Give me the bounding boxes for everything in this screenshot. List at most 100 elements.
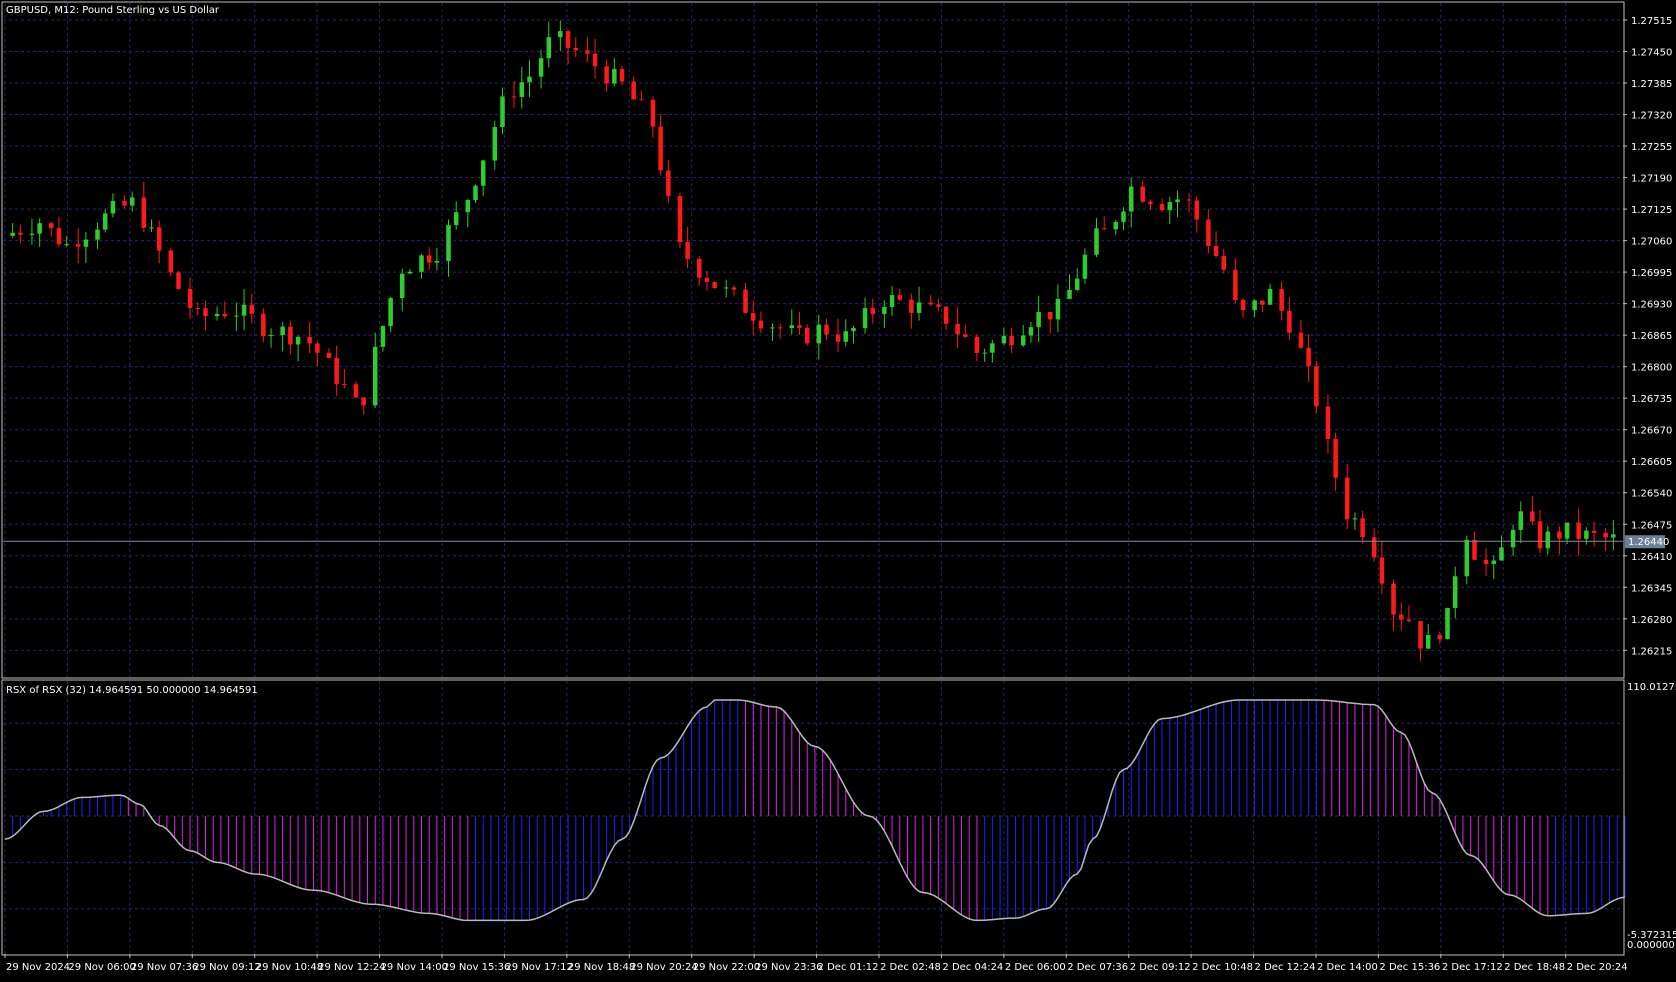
candle-body [434,261,440,263]
price-tick-label: 1.27515 [1631,16,1672,27]
candle-body [585,50,590,54]
candle-body [1094,228,1099,255]
candle-body [1128,186,1134,212]
candle-body [538,58,544,77]
price-tick-label: 1.26930 [1631,300,1672,311]
candle[interactable] [677,193,683,248]
candle-body [222,313,228,317]
price-tick-label: 1.26215 [1631,646,1672,657]
candle-body [473,185,478,201]
candle-body [1352,518,1358,520]
time-tick-label: 2 Dec 20:24 [1567,962,1628,973]
price-tick-label: 1.26345 [1631,583,1672,594]
candle-body [95,229,100,240]
candle-body [419,255,424,272]
time-tick-label: 2 Dec 01:12 [818,962,879,973]
candle-body [1082,254,1088,279]
time-tick-label: 2 Dec 15:36 [1379,962,1440,973]
time-tick-label: 29 Nov 22:00 [693,962,760,973]
candle-body [1121,211,1126,222]
candle-body [500,96,505,127]
candle[interactable] [168,248,174,277]
time-tick-label: 29 Nov 12:24 [318,962,385,973]
candle-body [18,232,23,235]
candle[interactable] [712,281,717,289]
candle-body [558,31,563,38]
candle-body [1425,635,1431,649]
price-tick-label: 1.27255 [1631,142,1672,153]
candle-body [963,334,968,337]
candle-body [234,315,239,317]
candle[interactable] [176,270,181,290]
candle-body [1159,204,1165,211]
candle-body [990,343,995,353]
candle-body [1101,228,1107,230]
candle-body [268,335,274,337]
candle-body [426,255,432,263]
candle-body [723,287,729,289]
price-tick-label: 1.27190 [1631,174,1672,185]
candle-body [342,383,347,385]
candle-body [334,358,339,384]
candle-body [1564,522,1570,539]
candle-body [102,213,108,230]
candle-body [168,250,174,273]
candle-body [835,334,841,342]
candle-body [1148,201,1153,205]
candle-body [399,273,405,299]
time-tick-label: 2 Dec 18:48 [1504,962,1565,973]
candle-body [110,200,116,214]
candle-body [658,126,663,171]
candle-body [731,287,737,290]
candle-body [307,336,312,344]
candle-body [639,99,644,101]
time-tick-label: 29 Nov 09:12 [193,962,260,973]
candle-body [527,76,532,83]
candle-body [862,308,868,328]
candle-body [1194,200,1200,220]
candle[interactable] [1314,361,1319,414]
candle-body [214,313,220,317]
time-tick-label: 29 Nov 10:48 [256,962,323,973]
candle-body [677,196,683,243]
candle-body [1379,557,1385,584]
candle-body [1611,534,1616,538]
candle-body [592,53,598,67]
candle-body [816,324,822,344]
candle-body [1055,298,1061,320]
price-tick-label: 1.26670 [1631,426,1672,437]
candle-body [770,327,775,329]
candle-body [909,299,914,313]
time-tick-label: 29 Nov 18:48 [568,962,635,973]
candle-body [612,68,617,84]
candle-body [1518,511,1524,530]
price-tick-label: 1.27450 [1631,47,1672,58]
candle-body [56,228,62,245]
candle-body [195,307,201,309]
candle-body [315,343,320,353]
time-tick-label: 2 Dec 09:12 [1130,962,1191,973]
candle-body [465,200,471,213]
price-tick-label: 1.26410 [1631,552,1672,563]
candle-body [261,313,266,337]
candle-body [928,302,933,305]
candle-body [1113,221,1119,230]
candle-body [288,326,293,345]
candle[interactable] [1445,607,1450,640]
chart-canvas: 1.27515 1.27450 1.27385 1.27320 1.27255 1.271… [0,0,1676,982]
candle-body [1437,635,1443,640]
candle-body [565,31,571,48]
candle-body [1464,539,1470,577]
indicator-title: RSX of RSX (32) 14.964591 50.000000 14.9… [6,685,258,696]
candle-body [619,68,625,82]
candle-body [882,306,887,315]
candle-body [241,304,247,316]
candle-body [573,47,579,51]
candle-body [1001,335,1007,344]
candle-body [511,96,517,98]
candle-body [1206,219,1211,246]
candle-body [889,295,895,307]
candle-body [696,258,702,278]
candle-body [666,170,671,197]
candle-body [1452,576,1458,608]
